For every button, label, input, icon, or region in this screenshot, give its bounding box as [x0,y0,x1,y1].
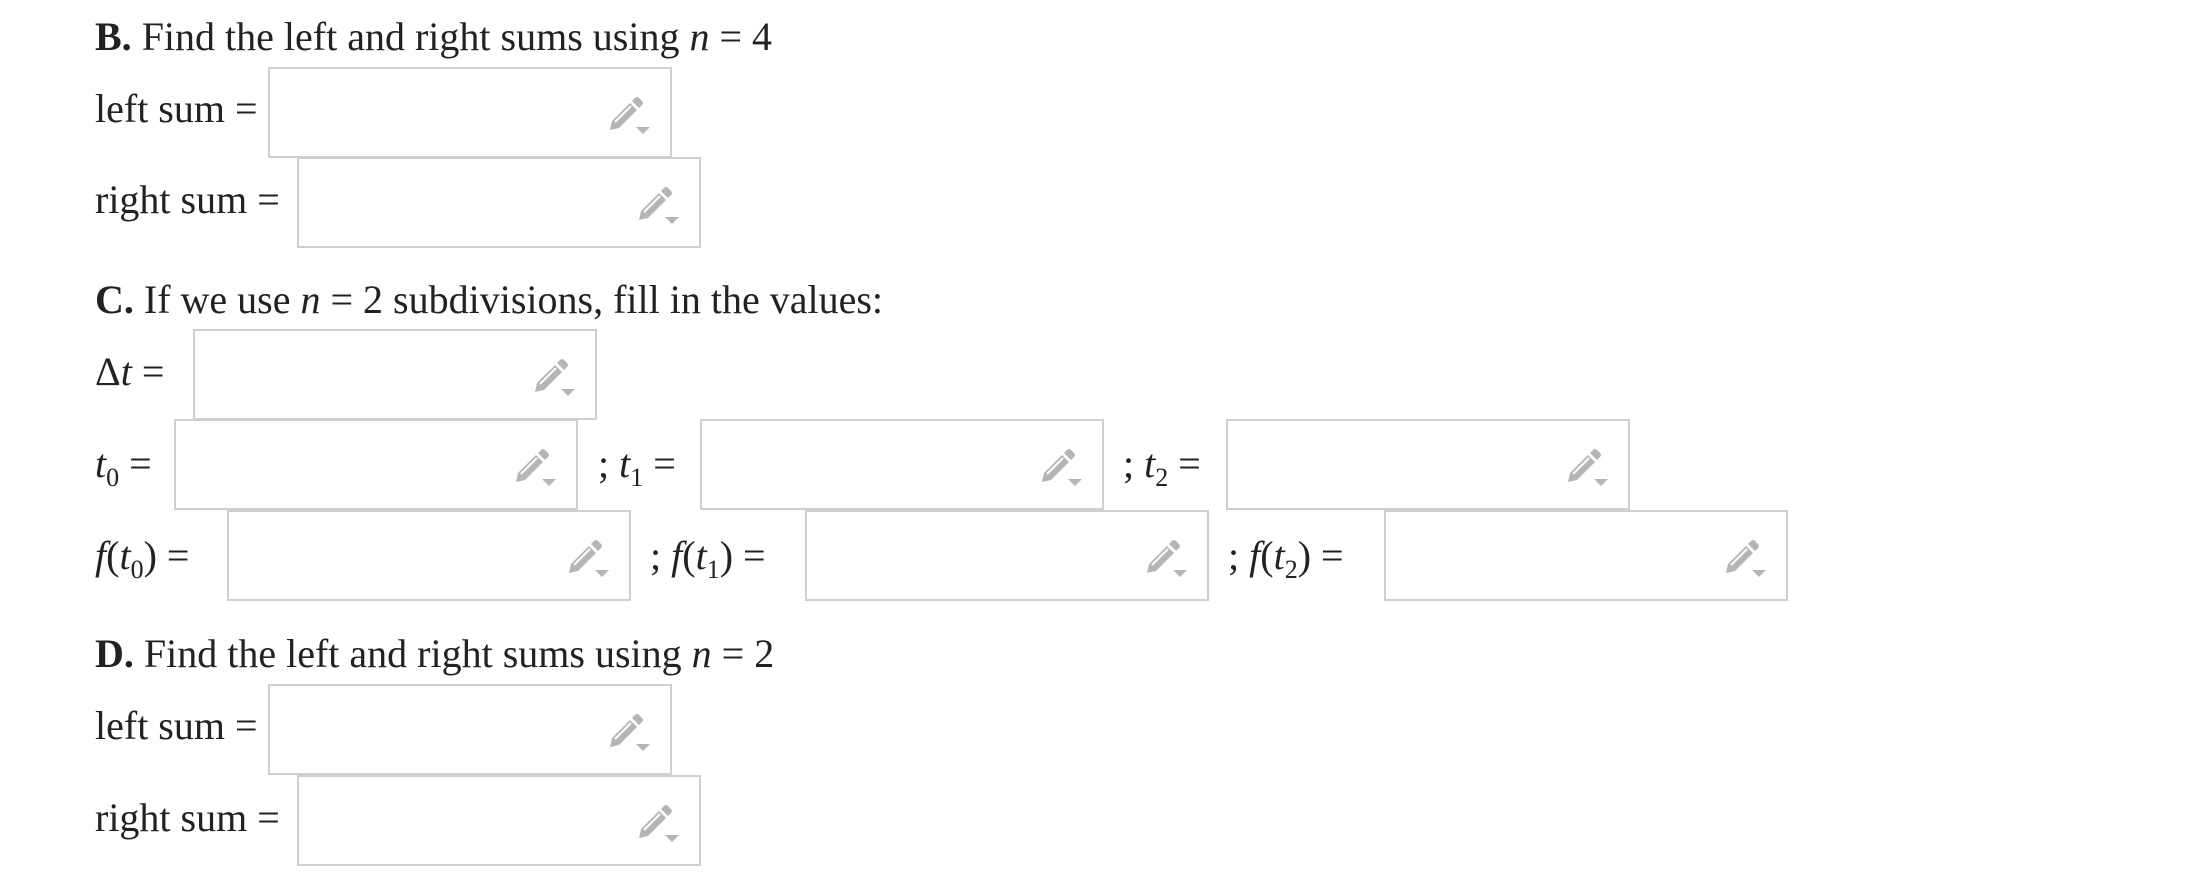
f0-var: t [119,533,131,578]
t1-var: t [619,441,631,486]
f1-var: t [695,533,707,578]
part-b-eq: = 4 [719,14,773,59]
part-d-right-sum-input[interactable] [307,785,611,859]
f0-close: ) [143,533,157,578]
f-t1-input[interactable] [815,520,1119,594]
part-d-right-sum-field[interactable] [297,775,701,866]
part-d-heading: D. Find the left and right sums using n … [95,630,774,678]
part-c-text-b: = 2 subdivisions, fill in the values: [330,277,884,322]
part-d-text: Find the left and right sums using [143,631,682,676]
f2-open: ( [1260,533,1274,578]
t2-label: ; t2 = [1123,440,1201,502]
t1-field[interactable] [700,419,1104,510]
part-b-text: Find the left and right sums using [141,14,680,59]
t0-sub: 0 [106,463,120,492]
f1-sep: ; [650,533,662,578]
t2-field[interactable] [1226,419,1630,510]
f0-open: ( [106,533,120,578]
pencil-dropdown-icon[interactable] [531,357,577,397]
f-t1-label: ; f(t1) = [650,532,766,594]
f-t2-label: ; f(t2) = [1228,532,1344,594]
part-b-var: n [689,14,710,59]
f1-eq: = [743,533,766,578]
f-t0-field[interactable] [227,510,631,601]
t0-var: t [95,441,107,486]
part-c-text-a: If we use [143,277,291,322]
pencil-dropdown-icon[interactable] [1143,538,1189,578]
delta-t-label: Δt = [95,348,164,396]
t1-label: ; t1 = [598,440,676,502]
f0-eq: = [166,533,190,578]
delta-symbol: Δ [95,349,121,394]
delta-t-var: t [120,349,132,394]
t0-eq: = [129,441,152,486]
part-d-eq: = 2 [721,631,775,676]
f-t2-input[interactable] [1394,520,1698,594]
f-t1-field[interactable] [805,510,1209,601]
part-d-left-sum-field[interactable] [268,684,672,775]
part-b-left-sum-field[interactable] [268,67,672,158]
part-c-var: n [300,277,321,322]
f2-eq: = [1321,533,1344,578]
delta-t-eq: = [141,349,165,394]
f2-close: ) [1297,533,1312,578]
pencil-dropdown-icon[interactable] [606,712,652,752]
t2-sub: 2 [1155,463,1169,492]
part-b-right-sum-input[interactable] [307,167,611,241]
part-c-heading: C. If we use n = 2 subdivisions, fill in… [95,276,883,324]
f1-close: ) [719,533,734,578]
pencil-dropdown-icon[interactable] [1722,538,1768,578]
f1-sub: 1 [706,555,720,584]
f0-sub: 0 [130,555,144,584]
page: B. Find the left and right sums using n … [0,0,2200,890]
pencil-dropdown-icon[interactable] [1038,447,1084,487]
f1-f: f [671,533,683,578]
pencil-dropdown-icon[interactable] [606,95,652,135]
f1-open: ( [682,533,696,578]
part-b-left-sum-label: left sum = [95,86,258,131]
t1-eq: = [653,441,676,486]
t0-field[interactable] [174,419,578,510]
t1-sub: 1 [630,463,644,492]
f-t0-label: f(t0) = [95,532,189,594]
part-b-heading: B. Find the left and right sums using n … [95,13,772,61]
f2-sep: ; [1228,533,1240,578]
pencil-dropdown-icon[interactable] [1564,447,1610,487]
pencil-dropdown-icon[interactable] [512,447,558,487]
f2-sub: 2 [1284,555,1298,584]
t1-input[interactable] [710,429,1014,503]
f-t2-field[interactable] [1384,510,1788,601]
part-b-letter: B. [95,14,132,59]
part-d-left-sum-label: left sum = [95,703,258,748]
f-t0-input[interactable] [237,520,541,594]
part-d-right-sum-label: right sum = [95,795,280,840]
part-d-var: n [691,631,712,676]
part-c-letter: C. [95,277,134,322]
f0-f: f [95,533,107,578]
pencil-dropdown-icon[interactable] [635,803,681,843]
part-d-letter: D. [95,631,134,676]
f2-var: t [1273,533,1285,578]
f2-f: f [1249,533,1261,578]
t2-var: t [1144,441,1156,486]
part-d-left-sum-input[interactable] [278,694,582,768]
t0-input[interactable] [184,429,488,503]
t2-sep: ; [1123,441,1135,486]
part-b-right-sum-label: right sum = [95,177,280,222]
pencil-dropdown-icon[interactable] [635,185,681,225]
t2-input[interactable] [1236,429,1540,503]
part-b-right-sum-field[interactable] [297,157,701,248]
t0-label: t0 = [95,440,152,502]
delta-t-input[interactable] [203,339,507,413]
t1-sep: ; [598,441,610,486]
delta-t-field[interactable] [193,329,597,420]
t2-eq: = [1178,441,1201,486]
pencil-dropdown-icon[interactable] [565,538,611,578]
part-b-left-sum-input[interactable] [278,77,582,151]
